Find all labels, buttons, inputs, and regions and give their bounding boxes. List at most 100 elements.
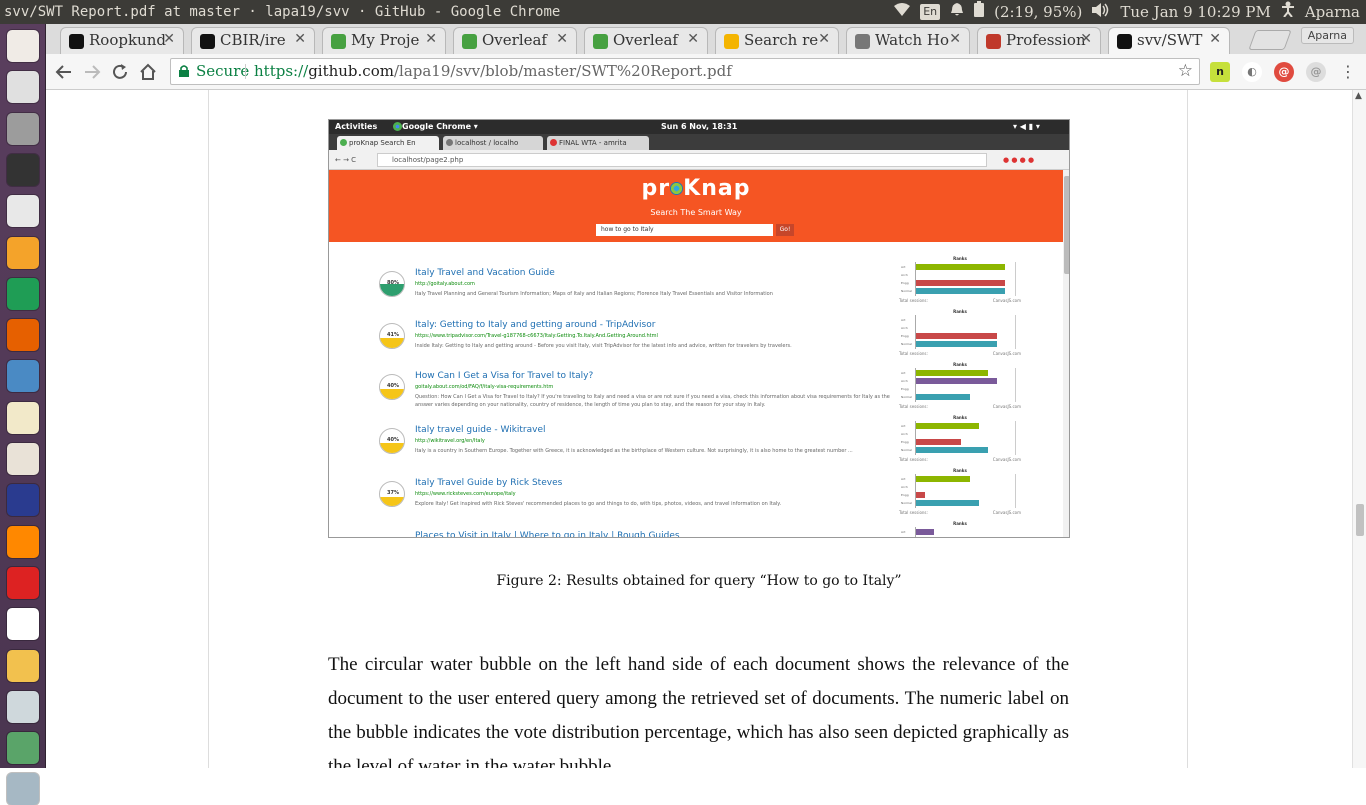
vlc-icon[interactable]	[7, 525, 39, 558]
reload-button[interactable]	[108, 60, 132, 84]
chart-footer-left: Total sessions:	[899, 298, 928, 303]
result-title: Italy Travel and Vacation Guide	[415, 268, 555, 278]
tab-close-icon[interactable]: ✕	[687, 31, 699, 47]
back-button[interactable]	[52, 60, 76, 84]
tab-6[interactable]: Watch Ho ✕	[846, 27, 970, 54]
text-editor-icon[interactable]	[7, 401, 39, 434]
document-viewer-icon[interactable]	[7, 360, 39, 393]
tab-close-icon[interactable]: ✕	[949, 31, 961, 47]
texmaker-icon[interactable]	[7, 484, 39, 517]
tab-label: My Proje	[351, 31, 420, 49]
spreadsheet-icon[interactable]	[7, 277, 39, 310]
result-snippet: Italy Travel Planning and General Touris…	[415, 291, 773, 297]
forward-button[interactable]	[80, 60, 104, 84]
home-button[interactable]	[136, 60, 160, 84]
proknap-go-button: Go!	[776, 224, 794, 236]
presentation-icon[interactable]	[7, 443, 39, 475]
result-title: How Can I Get a Visa for Travel to Italy…	[415, 371, 594, 381]
chart-bar-label: Arch	[901, 326, 908, 330]
firefox-icon[interactable]	[7, 319, 39, 352]
extension-n-icon[interactable]: n	[1210, 62, 1230, 82]
profile-button[interactable]: Aparna	[1300, 27, 1354, 44]
chart-bar-label: Art	[901, 530, 906, 534]
system-monitor-icon[interactable]	[7, 732, 39, 765]
chart-bar-label: Arch	[901, 432, 908, 436]
terminal-icon[interactable]	[7, 153, 39, 186]
chart-bar-label: Art	[901, 265, 906, 269]
pdf-viewer-icon[interactable]	[7, 195, 39, 228]
tab-close-icon[interactable]: ✕	[1209, 31, 1221, 47]
tab-7[interactable]: Profession ✕	[977, 27, 1101, 54]
battery-status[interactable]: (2:19, 95%)	[994, 0, 1082, 24]
system-top-bar: svv/SWT Report.pdf at master · lapa19/sv…	[0, 0, 1366, 24]
app-grid-icon[interactable]	[7, 566, 39, 599]
workspace-icon[interactable]	[7, 773, 39, 805]
tab-close-icon[interactable]: ✕	[556, 31, 568, 47]
chart-bar-label: Arch	[901, 485, 908, 489]
tab-2[interactable]: My Proje ✕	[322, 27, 446, 54]
search-result: 80% Italy Travel and Vacation Guide http:/…	[379, 268, 909, 318]
chart-bar-label: Normal	[901, 501, 912, 505]
extension-red-icon[interactable]: @	[1274, 62, 1294, 82]
user-name[interactable]: Aparna	[1305, 0, 1360, 24]
tab-8[interactable]: svv/SWT ✕	[1108, 27, 1230, 54]
lock-icon	[179, 65, 189, 77]
overleaf-icon	[331, 34, 346, 49]
screenshot-icon[interactable]	[7, 690, 39, 723]
chart-credit: CanvasJS.com	[992, 510, 1021, 515]
embedded-ext-icons: ● ● ● ●	[1003, 156, 1035, 164]
chart-credit: CanvasJS.com	[992, 351, 1021, 356]
chart-bar-label: Normal	[901, 395, 912, 399]
secure-label: Secure	[196, 62, 250, 80]
menu-icon[interactable]: ⋮	[1336, 60, 1360, 84]
accessibility-user-icon[interactable]	[1281, 0, 1295, 24]
search-result: 37% Italy Travel Guide by Rick Steves http…	[379, 478, 909, 528]
chart-bar	[916, 439, 961, 445]
browser-chrome: Roopkund ✕ CBIR/ire ✕ My Proje ✕ Overleaf ✕ Over…	[46, 24, 1366, 90]
relevance-percent: 40%	[387, 437, 399, 443]
battery-icon[interactable]	[974, 0, 985, 24]
keyboard-layout-indicator[interactable]: En	[920, 4, 941, 20]
tab-close-icon[interactable]: ✕	[1080, 31, 1092, 47]
scrollbar-thumb[interactable]	[1356, 504, 1364, 536]
extension-grey-icon[interactable]: @	[1306, 62, 1326, 82]
tab-0[interactable]: Roopkund ✕	[60, 27, 184, 54]
tab-3[interactable]: Overleaf ✕	[453, 27, 577, 54]
tab-close-icon[interactable]: ✕	[425, 31, 437, 47]
result-url: goitaly.about.com/od/FAQ/f/italy-visa-re…	[415, 384, 554, 390]
chart-bar	[916, 288, 1005, 294]
chart-footer-left: Total sessions:	[899, 351, 928, 356]
wifi-icon[interactable]	[894, 0, 911, 24]
archive-icon[interactable]	[7, 649, 39, 682]
volume-icon[interactable]	[1092, 0, 1110, 24]
vote-distribution-chart: Ranks Art	[897, 521, 1023, 537]
tab-close-icon[interactable]: ✕	[818, 31, 830, 47]
tab-1[interactable]: CBIR/ire ✕	[191, 27, 315, 54]
embedded-toolbar: ← → C localhost/page2.php ● ● ● ●	[329, 150, 1069, 170]
relevance-percent: 80%	[387, 280, 399, 286]
files-icon[interactable]	[7, 112, 39, 145]
pdf-viewer[interactable]: Activities Google Chrome ▾ Sun 6 Nov, 18…	[46, 90, 1352, 768]
tab-5[interactable]: Search re ✕	[715, 27, 839, 54]
relevance-bubble: 40%	[379, 428, 405, 454]
notification-bell-icon[interactable]	[950, 0, 964, 24]
chart-bar-label: Art	[901, 318, 906, 322]
chat-icon[interactable]	[7, 608, 39, 641]
address-bar[interactable]: Secure https://github.com/lapa19/svv/blo…	[170, 58, 1200, 85]
result-url: https://www.ricksteves.com/europe/italy	[415, 491, 516, 497]
proknap-tagline: Search The Smart Way	[650, 208, 742, 217]
url-text[interactable]: https://github.com/lapa19/svv/blob/maste…	[254, 59, 732, 84]
sublime-text-icon[interactable]	[7, 236, 39, 269]
new-tab-button[interactable]	[1248, 30, 1292, 50]
scroll-up-arrow-icon[interactable]: ▲	[1355, 91, 1362, 101]
body-paragraph: The circular water bubble on the left ha…	[328, 654, 1069, 768]
clock[interactable]: Tue Jan 9 10:29 PM	[1120, 0, 1270, 24]
tab-close-icon[interactable]: ✕	[163, 31, 175, 47]
bookmark-star-icon[interactable]: ☆	[1178, 59, 1193, 84]
tab-4[interactable]: Overleaf ✕	[584, 27, 708, 54]
extension-shield-icon[interactable]: ◐	[1242, 62, 1262, 82]
ubuntu-dash-icon[interactable]	[7, 30, 39, 62]
page-scrollbar[interactable]: ▲	[1352, 90, 1366, 768]
chrome-icon[interactable]	[7, 71, 39, 104]
tab-close-icon[interactable]: ✕	[294, 31, 306, 47]
